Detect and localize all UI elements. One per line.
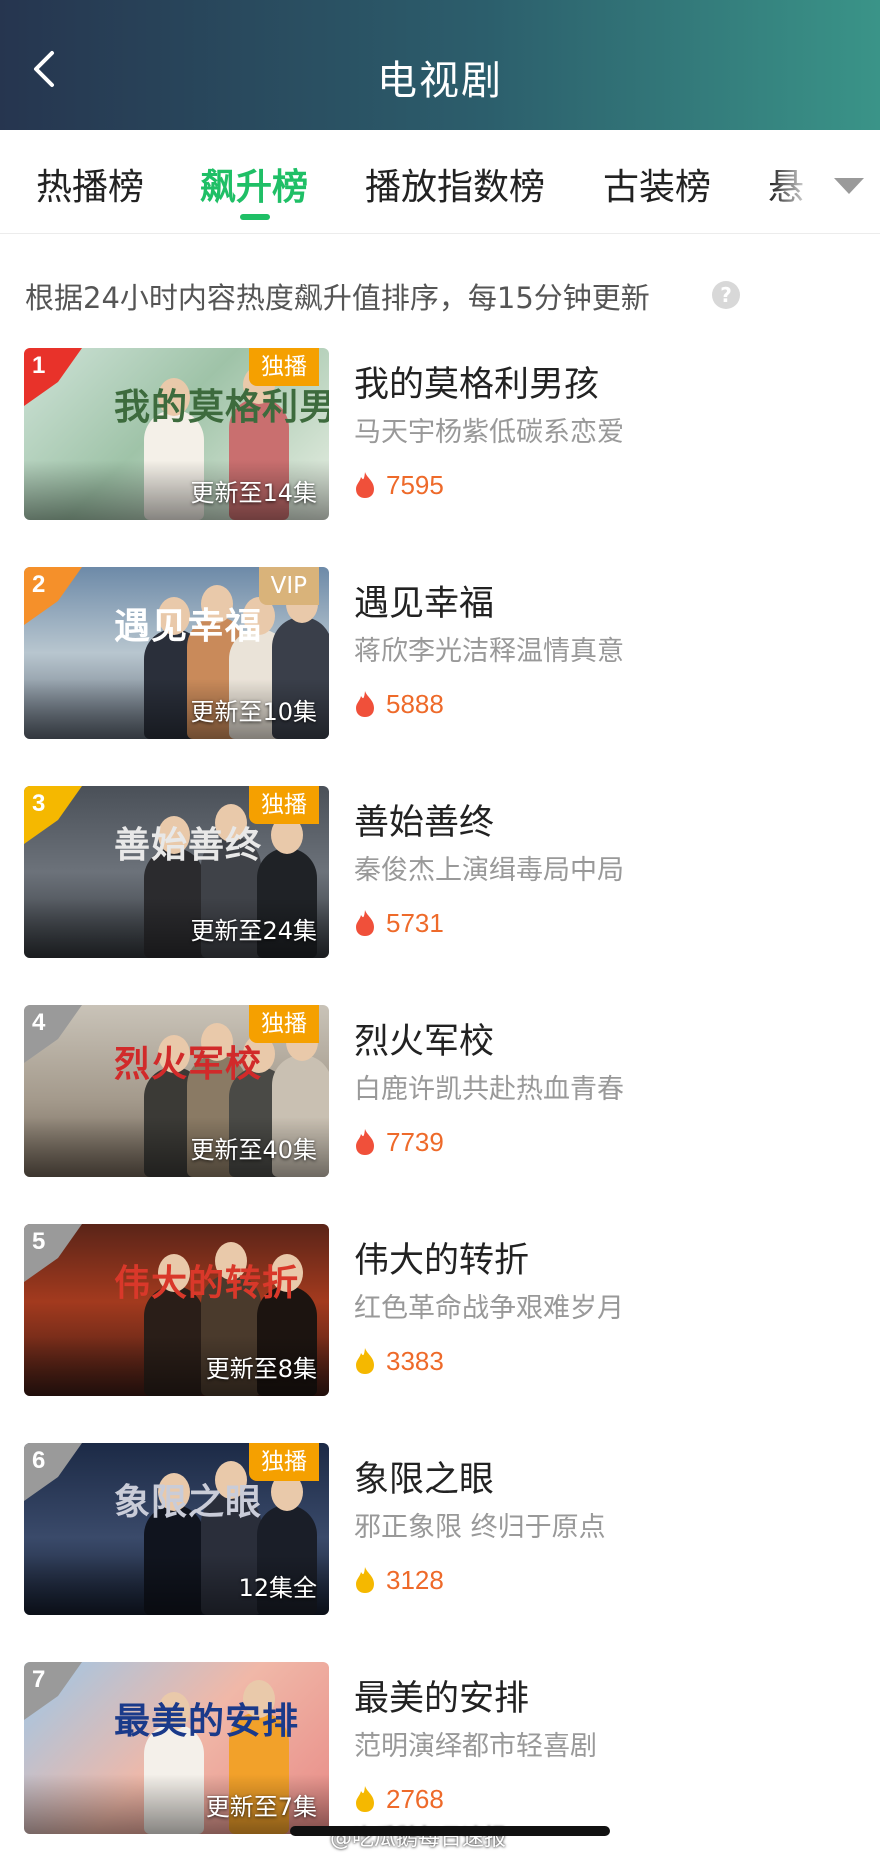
poster-title-art: 最美的安排 — [114, 1700, 300, 1742]
drama-description: 邪正象限 终归于原点 — [354, 1512, 606, 1543]
poster-title-art: 象限之眼 — [114, 1481, 263, 1523]
rank-number: 6 — [32, 1447, 46, 1474]
poster-image[interactable]: 遇见幸福 2 VIP 更新至10集 — [24, 567, 329, 739]
flame-icon — [356, 472, 374, 498]
flame-icon — [356, 1129, 374, 1155]
list-item[interactable]: 伟大的转折 5 更新至8集 伟大的转折 红色革命战争艰难岁月 3383 — [0, 1224, 880, 1396]
drama-title[interactable]: 伟大的转折 — [354, 1232, 529, 1283]
list-item[interactable]: 最美的安排 7 更新至7集 最美的安排 范明演绎都市轻喜剧 2768 — [0, 1662, 880, 1834]
triangle-down-icon[interactable] — [830, 170, 868, 200]
rank-number: 7 — [32, 1666, 46, 1693]
page-title: 电视剧 — [377, 58, 503, 104]
poster-image[interactable]: 伟大的转折 5 更新至8集 — [24, 1224, 329, 1396]
drama-title[interactable]: 遇见幸福 — [354, 575, 494, 626]
tab-rising[interactable]: 飙升榜 — [200, 158, 308, 210]
rank-number: 3 — [32, 790, 46, 817]
tab-play-index[interactable]: 播放指数榜 — [365, 158, 545, 210]
heat-value: 5731 — [386, 908, 444, 938]
ranking-notice: 根据24小时内容热度飙升值排序，每15分钟更新 — [25, 281, 650, 315]
drama-description: 蒋欣李光洁释温情真意 — [354, 636, 624, 667]
rank-number: 2 — [32, 571, 46, 598]
flame-icon — [356, 910, 374, 936]
poster-image[interactable]: 象限之眼 6 独播 12集全 — [24, 1443, 329, 1615]
poster-image[interactable]: 善始善终 3 独播 更新至24集 — [24, 786, 329, 958]
rank-number: 4 — [32, 1009, 46, 1036]
list-item[interactable]: 象限之眼 6 独播 12集全 象限之眼 邪正象限 终归于原点 3128 — [0, 1443, 880, 1615]
poster-title-art: 善始善终 — [114, 824, 263, 866]
list-item[interactable]: 我的莫格利男孩 1 独播 更新至14集 我的莫格利男孩 马天宇杨紫低碳系恋爱 7… — [0, 348, 880, 520]
vip-badge: VIP — [258, 567, 319, 605]
poster-image[interactable]: 最美的安排 7 更新至7集 — [24, 1662, 329, 1834]
episode-status: 更新至10集 — [190, 698, 317, 726]
poster-title-art: 伟大的转折 — [114, 1262, 300, 1304]
drama-description: 马天宇杨紫低碳系恋爱 — [354, 417, 624, 448]
list-item[interactable]: 烈火军校 4 独播 更新至40集 烈火军校 白鹿许凯共赴热血青春 7739 — [0, 1005, 880, 1177]
episode-status: 更新至7集 — [205, 1793, 317, 1821]
drama-title[interactable]: 烈火军校 — [354, 1013, 494, 1064]
episode-status: 更新至24集 — [190, 917, 317, 945]
episode-status: 更新至40集 — [190, 1136, 317, 1164]
poster-image[interactable]: 我的莫格利男孩 1 独播 更新至14集 — [24, 348, 329, 520]
drama-description: 白鹿许凯共赴热血青春 — [354, 1074, 624, 1105]
list-item[interactable]: 善始善终 3 独播 更新至24集 善始善终 秦俊杰上演缉毒局中局 5731 — [0, 786, 880, 958]
episode-status: 更新至8集 — [205, 1355, 317, 1383]
drama-description: 秦俊杰上演缉毒局中局 — [354, 855, 624, 886]
exclusive-badge: 独播 — [249, 1443, 319, 1481]
exclusive-badge: 独播 — [249, 786, 319, 824]
flame-icon — [356, 691, 374, 717]
poster-title-art: 烈火军校 — [114, 1043, 263, 1085]
tab-hot-play[interactable]: 热播榜 — [36, 158, 144, 210]
flame-icon — [356, 1348, 374, 1374]
flame-icon — [356, 1786, 374, 1812]
heat-value: 7739 — [386, 1127, 444, 1157]
rank-number: 1 — [32, 352, 46, 379]
help-icon[interactable]: ? — [712, 281, 740, 309]
poster-image[interactable]: 烈火军校 4 独播 更新至40集 — [24, 1005, 329, 1177]
exclusive-badge: 独播 — [249, 1005, 319, 1043]
tab-costume[interactable]: 古装榜 — [603, 158, 711, 210]
episode-status: 更新至14集 — [190, 479, 317, 507]
top-nav-bar: 电视剧 — [0, 0, 880, 130]
list-item[interactable]: 遇见幸福 2 VIP 更新至10集 遇见幸福 蒋欣李光洁释温情真意 5888 — [0, 567, 880, 739]
heat-value: 3383 — [386, 1346, 444, 1376]
drama-description: 红色革命战争艰难岁月 — [354, 1293, 624, 1324]
drama-title[interactable]: 最美的安排 — [354, 1670, 529, 1721]
flame-icon — [356, 1567, 374, 1593]
drama-title[interactable]: 我的莫格利男孩 — [354, 356, 599, 407]
heat-value: 5888 — [386, 689, 444, 719]
exclusive-badge: 独播 — [249, 348, 319, 386]
heat-value: 7595 — [386, 470, 444, 500]
drama-description: 范明演绎都市轻喜剧 — [354, 1731, 597, 1762]
episode-status: 12集全 — [238, 1574, 317, 1602]
heat-value: 3128 — [386, 1565, 444, 1595]
poster-title-art: 遇见幸福 — [114, 605, 263, 647]
watermark: @吃瓜鹅每日速报 — [330, 1826, 507, 1851]
heat-value: 2768 — [386, 1784, 444, 1814]
active-tab-indicator — [240, 214, 270, 220]
home-indicator[interactable] — [290, 1826, 610, 1836]
rank-number: 5 — [32, 1228, 46, 1255]
ranking-tabs: 热播榜 飙升榜 播放指数榜 古装榜 悬 — [0, 130, 880, 234]
drama-title[interactable]: 象限之眼 — [354, 1451, 494, 1502]
drama-title[interactable]: 善始善终 — [354, 794, 494, 845]
